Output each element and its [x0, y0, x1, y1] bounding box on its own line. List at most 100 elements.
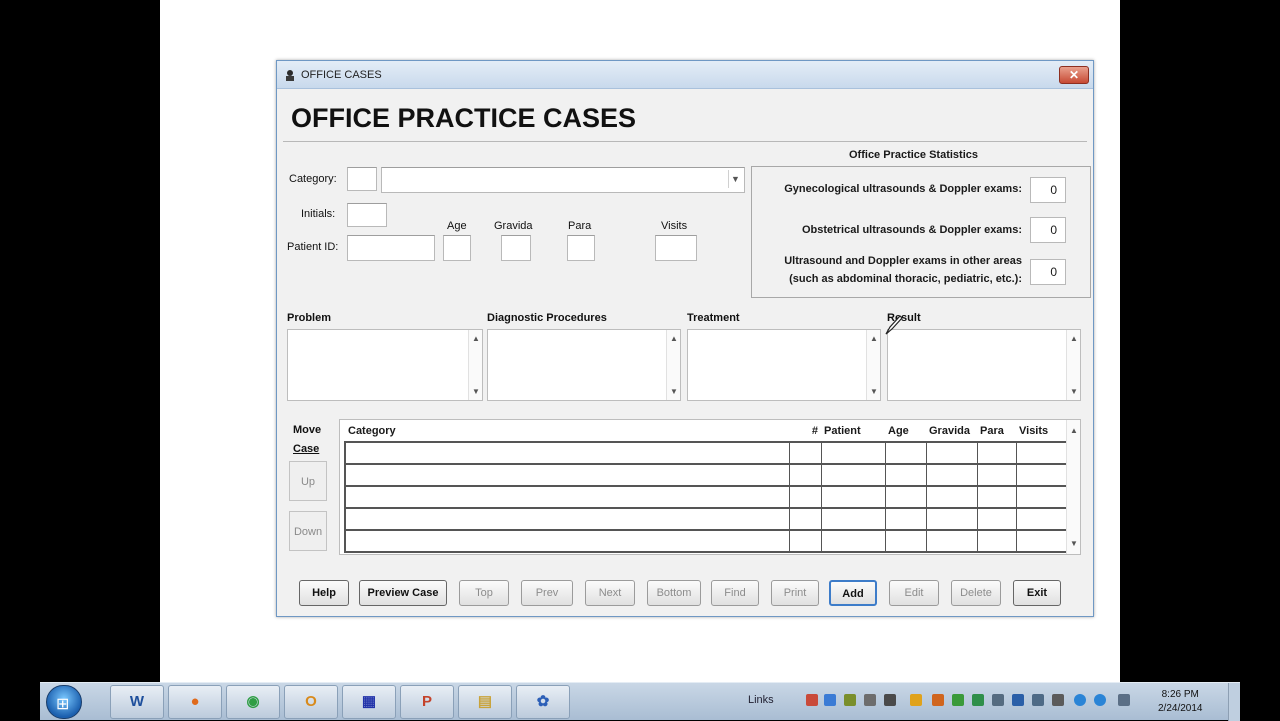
- obs-exams-value[interactable]: 0: [1030, 217, 1066, 243]
- col-age[interactable]: Age: [885, 420, 926, 443]
- table-header-row: Category # Patient Age Gravida Para Visi…: [345, 420, 1068, 443]
- clock[interactable]: 8:26 PM 2/24/2014: [1158, 688, 1203, 716]
- windows-logo-icon: ⊞: [56, 696, 70, 713]
- gravida-label: Gravida: [494, 220, 533, 232]
- tray-icon[interactable]: [992, 694, 1004, 706]
- gravida-input[interactable]: [501, 235, 531, 261]
- find-button[interactable]: Find: [711, 580, 759, 606]
- preview-case-button[interactable]: Preview Case: [359, 580, 447, 606]
- scroll-down-icon[interactable]: ▼: [469, 387, 483, 396]
- scroll-up-icon[interactable]: ▲: [1067, 334, 1081, 343]
- tray-icon[interactable]: [972, 694, 984, 706]
- gyn-exams-value[interactable]: 0: [1030, 177, 1066, 203]
- scroll-down-icon[interactable]: ▼: [1067, 539, 1081, 548]
- outlook-icon[interactable]: O: [284, 685, 338, 719]
- tray-icon[interactable]: [932, 694, 944, 706]
- print-button[interactable]: Print: [771, 580, 819, 606]
- result-textarea[interactable]: ▲ ▼: [887, 329, 1081, 401]
- scroll-up-icon[interactable]: ▲: [867, 334, 881, 343]
- tray-icon[interactable]: [1032, 694, 1044, 706]
- move-up-button[interactable]: Up: [289, 461, 327, 501]
- tray-icon[interactable]: [1012, 694, 1024, 706]
- taskbar: ⊞ W ● ◉ O ▦ P ▤ ✿ Links 8:26 PM 2/24/201…: [40, 682, 1240, 721]
- col-para[interactable]: Para: [977, 420, 1016, 443]
- flag-icon[interactable]: [884, 694, 896, 706]
- stats-title: Office Practice Statistics: [849, 149, 979, 161]
- problem-textarea[interactable]: ▲ ▼: [287, 329, 483, 401]
- other-exams-value[interactable]: 0: [1030, 259, 1066, 285]
- scroll-down-icon[interactable]: ▼: [1067, 387, 1081, 396]
- top-button[interactable]: Top: [459, 580, 509, 606]
- initials-input[interactable]: [347, 203, 387, 227]
- page-title: OFFICE PRACTICE CASES: [291, 103, 637, 133]
- flower-app-icon[interactable]: ✿: [516, 685, 570, 719]
- next-button[interactable]: Next: [585, 580, 635, 606]
- col-patient[interactable]: Patient: [821, 420, 885, 443]
- scroll-down-icon[interactable]: ▼: [867, 387, 881, 396]
- para-input[interactable]: [567, 235, 595, 261]
- treatment-textarea[interactable]: ▲ ▼: [687, 329, 881, 401]
- word-icon[interactable]: W: [110, 685, 164, 719]
- edit-button[interactable]: Edit: [889, 580, 939, 606]
- table-row[interactable]: [344, 530, 1069, 553]
- patient-id-input[interactable]: [347, 235, 435, 261]
- result-scrollbar[interactable]: ▲ ▼: [1066, 330, 1080, 400]
- table-row[interactable]: [344, 486, 1069, 509]
- help-button[interactable]: Help: [299, 580, 349, 606]
- col-visits[interactable]: Visits: [1016, 420, 1068, 443]
- move-down-button[interactable]: Down: [289, 511, 327, 551]
- exit-button[interactable]: Exit: [1013, 580, 1061, 606]
- tray-icon[interactable]: [1074, 694, 1086, 706]
- category-code-input[interactable]: [347, 167, 377, 191]
- tray-icon[interactable]: [1094, 694, 1106, 706]
- file-explorer-icon[interactable]: ▤: [458, 685, 512, 719]
- close-button[interactable]: ✕: [1059, 66, 1089, 84]
- links-toolbar-label[interactable]: Links: [748, 694, 774, 706]
- divider: [283, 141, 1087, 142]
- tray-icon[interactable]: [952, 694, 964, 706]
- category-label: Category:: [289, 173, 337, 185]
- firefox-icon[interactable]: ●: [168, 685, 222, 719]
- powerpoint-icon[interactable]: P: [400, 685, 454, 719]
- table-scrollbar[interactable]: ▲ ▼: [1066, 420, 1080, 554]
- diagnostic-label: Diagnostic Procedures: [487, 312, 607, 324]
- tray-icon[interactable]: [910, 694, 922, 706]
- treatment-scrollbar[interactable]: ▲ ▼: [866, 330, 880, 400]
- bottom-button[interactable]: Bottom: [647, 580, 701, 606]
- delete-button[interactable]: Delete: [951, 580, 1001, 606]
- col-number[interactable]: #: [789, 420, 821, 443]
- move-case-label: Move: [293, 424, 322, 436]
- problem-scrollbar[interactable]: ▲ ▼: [468, 330, 482, 400]
- table-row[interactable]: [344, 442, 1069, 465]
- diagnostic-textarea[interactable]: ▲ ▼: [487, 329, 681, 401]
- tray-icon[interactable]: [1118, 694, 1130, 706]
- project-icon[interactable]: ▦: [342, 685, 396, 719]
- col-category[interactable]: Category: [345, 420, 789, 443]
- chevron-down-icon[interactable]: ▼: [728, 170, 742, 188]
- start-button[interactable]: ⊞: [46, 685, 82, 719]
- chrome-icon[interactable]: ◉: [226, 685, 280, 719]
- patient-id-label: Patient ID:: [287, 241, 339, 253]
- scroll-up-icon[interactable]: ▲: [667, 334, 681, 343]
- diagnostic-scrollbar[interactable]: ▲ ▼: [666, 330, 680, 400]
- add-button[interactable]: Add: [829, 580, 877, 606]
- app-icon: [286, 70, 294, 81]
- age-input[interactable]: [443, 235, 471, 261]
- volume-icon[interactable]: [1052, 694, 1064, 706]
- tray-icon[interactable]: [864, 694, 876, 706]
- scroll-up-icon[interactable]: ▲: [469, 334, 483, 343]
- visits-input[interactable]: [655, 235, 697, 261]
- cases-table[interactable]: Category # Patient Age Gravida Para Visi…: [339, 419, 1081, 555]
- prev-button[interactable]: Prev: [521, 580, 573, 606]
- scroll-down-icon[interactable]: ▼: [667, 387, 681, 396]
- table-row[interactable]: [344, 464, 1069, 487]
- category-dropdown[interactable]: ▼: [381, 167, 745, 193]
- table-row[interactable]: [344, 508, 1069, 531]
- show-desktop-button[interactable]: [1228, 683, 1240, 721]
- tray-icon[interactable]: [824, 694, 836, 706]
- scroll-up-icon[interactable]: ▲: [1067, 426, 1081, 435]
- title-bar[interactable]: OFFICE CASES ✕: [277, 61, 1093, 89]
- col-gravida[interactable]: Gravida: [926, 420, 977, 443]
- tray-icon[interactable]: [844, 694, 856, 706]
- tray-icon[interactable]: [806, 694, 818, 706]
